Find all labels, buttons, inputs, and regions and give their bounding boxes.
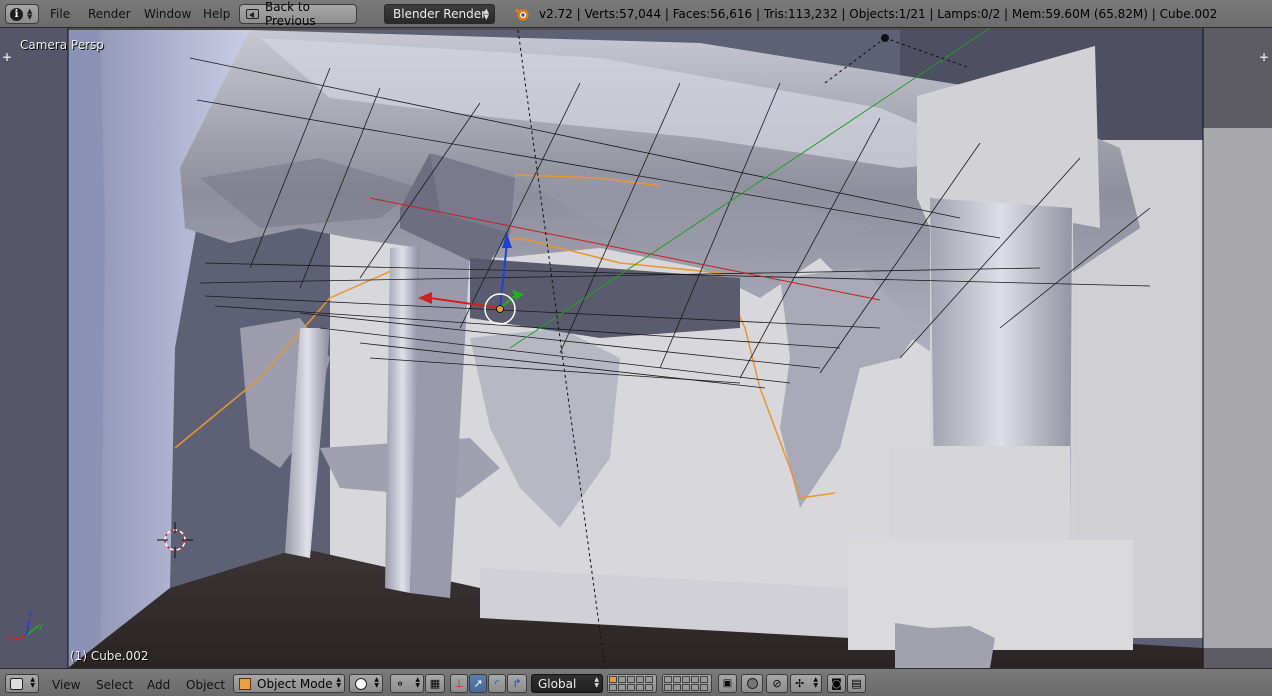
svg-text:y: y bbox=[38, 621, 44, 631]
mode-value: Object Mode bbox=[257, 676, 333, 691]
transform-orientation-select[interactable]: Global ▲ ▼ bbox=[531, 674, 603, 693]
layers-group-2[interactable] bbox=[662, 674, 712, 693]
select-arrows-icon: ▲ ▼ bbox=[374, 676, 379, 689]
left-margin-wall bbox=[0, 28, 68, 668]
menu-help[interactable]: Help bbox=[203, 7, 230, 21]
snap-element-select[interactable]: ✢ ▲ ▼ bbox=[790, 674, 822, 693]
back-to-previous-label: Back to Previous bbox=[264, 0, 316, 28]
updown-arrows-icon: ▲ ▼ bbox=[30, 676, 35, 689]
select-arrows-icon: ▲ ▼ bbox=[415, 676, 420, 689]
layers-group-1[interactable] bbox=[607, 674, 657, 693]
pivot-icon: ⚬ bbox=[395, 676, 406, 691]
info-icon: i bbox=[10, 7, 23, 21]
viewport-shading-select[interactable]: ▲ ▼ bbox=[349, 674, 383, 693]
scene-statistics: v2.72 | Verts:57,044 | Faces:56,616 | Tr… bbox=[539, 7, 1218, 21]
menu-add[interactable]: Add bbox=[147, 678, 170, 692]
editor-type-3d-button[interactable]: ▲ ▼ bbox=[5, 674, 39, 693]
render-animation-button[interactable]: ▤ bbox=[847, 674, 866, 693]
view-name-label: Camera Persp bbox=[20, 38, 104, 52]
select-arrows-icon: ▲ ▼ bbox=[813, 676, 818, 689]
3d-view-header: ▲ ▼ View Select Add Object Object Mode ▲ ▼… bbox=[0, 668, 1272, 696]
select-arrows-icon: ▲ ▼ bbox=[336, 676, 341, 689]
opengl-render-button[interactable] bbox=[741, 674, 763, 693]
menu-render[interactable]: Render bbox=[88, 7, 131, 21]
clapper-icon: ▤ bbox=[851, 677, 862, 690]
proportional-edit-icon: ⊘ bbox=[772, 677, 782, 690]
rotate-manipulator-button[interactable]: ◜ bbox=[488, 674, 506, 693]
updown-arrows-icon: ▲ ▼ bbox=[27, 7, 33, 21]
render-image-button[interactable]: ◙ bbox=[827, 674, 846, 693]
mode-select[interactable]: Object Mode ▲ ▼ bbox=[233, 674, 345, 693]
layer-lock-button[interactable]: ▣ bbox=[718, 674, 737, 693]
scale-icon: ↱ bbox=[512, 677, 522, 690]
lamp-icon[interactable] bbox=[881, 34, 889, 42]
editor-type-button[interactable]: i ▲ ▼ bbox=[5, 4, 39, 24]
back-screen-icon bbox=[246, 9, 259, 19]
grid-icon: ▦ bbox=[429, 677, 441, 690]
menu-select[interactable]: Select bbox=[96, 678, 133, 692]
snap-grid-icon: ✢ bbox=[795, 677, 805, 690]
svg-text:x: x bbox=[6, 633, 12, 643]
manipulator-icon: ⊥ bbox=[454, 677, 464, 690]
proportional-editing-button[interactable]: ⊘ bbox=[766, 674, 788, 693]
properties-toggle-icon[interactable]: + bbox=[1259, 50, 1269, 64]
viewport-scene[interactable]: x y z bbox=[0, 28, 1272, 668]
menu-view[interactable]: View bbox=[52, 678, 80, 692]
blender-logo-icon bbox=[515, 8, 529, 21]
manipulator-toggle[interactable]: ▦ bbox=[425, 674, 445, 693]
cube-view-icon bbox=[10, 677, 23, 690]
menu-object[interactable]: Object bbox=[186, 678, 225, 692]
solid-shading-icon bbox=[355, 677, 367, 690]
pivot-point-select[interactable]: ⚬ ▲ ▼ bbox=[390, 674, 424, 693]
svg-text:z: z bbox=[28, 609, 33, 619]
render-engine-select[interactable]: Blender Render ▲ ▼ bbox=[384, 4, 495, 24]
toolshelf-toggle-icon[interactable]: + bbox=[2, 50, 12, 64]
render-engine-value: Blender Render bbox=[393, 7, 487, 21]
menu-window[interactable]: Window bbox=[144, 7, 191, 21]
select-arrows-icon: ▲ ▼ bbox=[594, 676, 599, 689]
back-to-previous-button[interactable]: Back to Previous bbox=[239, 0, 357, 28]
translate-arrow-icon: ↗ bbox=[473, 677, 483, 690]
select-arrows-icon: ▲ ▼ bbox=[483, 7, 489, 21]
scale-manipulator-button[interactable]: ↱ bbox=[507, 674, 527, 693]
layer-buttons-grid[interactable] bbox=[609, 675, 654, 692]
3d-viewport[interactable]: x y z Camera Persp (1) Cube.002 + + bbox=[0, 28, 1272, 668]
translate-manipulator-button[interactable]: ↗ bbox=[469, 674, 487, 693]
rotate-arc-icon: ◜ bbox=[494, 677, 500, 690]
layer-buttons-grid[interactable] bbox=[664, 675, 709, 692]
orientation-value: Global bbox=[538, 676, 577, 691]
lock-icon: ▣ bbox=[722, 678, 733, 689]
render-sphere-icon bbox=[746, 678, 758, 689]
active-object-label: (1) Cube.002 bbox=[70, 649, 149, 663]
object-mode-icon bbox=[239, 677, 251, 690]
camera-icon: ◙ bbox=[831, 677, 842, 690]
info-header: i ▲ ▼ File Render Window Help Back to Pre… bbox=[0, 0, 1272, 28]
menu-file[interactable]: File bbox=[50, 7, 70, 21]
manipulator-enable-button[interactable]: ⊥ bbox=[450, 674, 468, 693]
